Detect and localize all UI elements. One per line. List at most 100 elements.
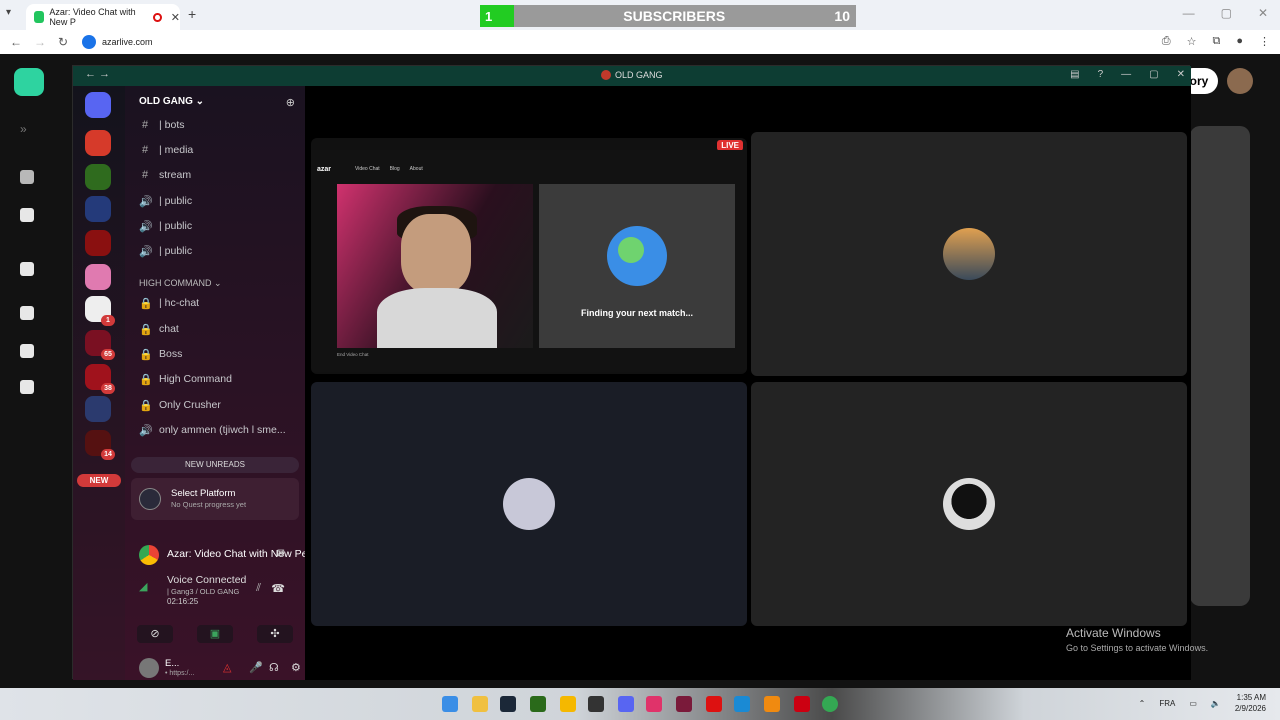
discord-home-icon[interactable] [85,92,111,118]
grid-rows-icon[interactable] [20,344,34,358]
tray-expand-icon[interactable]: ⌃ [1139,699,1146,708]
discord-title-bar: ← → OLD GANG ▤ ? — ▢ ✕ [73,66,1191,86]
stream-icon[interactable]: ◬ [223,661,231,674]
clock[interactable]: 1:35 AM 2/9/2026 [1235,692,1266,714]
signal-icon[interactable]: ◢ [139,580,147,593]
extensions-icon[interactable]: ⧉ [1212,35,1220,48]
back-button[interactable]: ← [10,35,22,49]
new-unreads-button[interactable]: NEW UNREADS [131,457,299,473]
server-icon-8[interactable]: 38 [85,364,115,394]
close-tab-icon[interactable]: ✕ [171,11,180,24]
discord-close-icon[interactable]: ✕ [1177,69,1185,80]
nvidia-icon[interactable] [530,696,546,712]
server-icon-1[interactable] [85,130,111,156]
close-window-icon[interactable]: ✕ [1258,6,1268,20]
headphones-icon[interactable]: ☊ [269,661,279,674]
steam-icon[interactable] [500,696,516,712]
volume-icon[interactable]: 🔈 [1211,699,1221,708]
invite-people-icon[interactable]: ⊕ [286,96,295,109]
participant-tile-1[interactable] [751,132,1187,376]
category-high-command[interactable]: HIGH COMMAND ⌄ [139,278,222,289]
grid-4-icon[interactable] [20,380,34,394]
discord-maximize-icon[interactable]: ▢ [1149,69,1158,80]
server-icon-2[interactable] [85,164,111,190]
server-name-header[interactable]: OLD GANG ⌄ [139,96,204,107]
avatar[interactable] [139,658,159,678]
settings-gear-icon[interactable]: ⚙ [291,661,301,674]
grid-2-icon[interactable] [20,306,34,320]
discord-minimize-icon[interactable]: — [1121,69,1131,80]
menu-icon[interactable]: ⋮ [1259,35,1270,48]
discord-nav-arrows[interactable]: ← → [85,68,110,80]
minimize-icon[interactable]: — [1183,6,1195,20]
network-icon[interactable]: ▭ [1189,699,1197,708]
server-icon-5[interactable] [85,264,111,290]
voice-channel-item[interactable]: 🔊 | public [139,217,192,235]
inbox-icon[interactable]: ▤ [1070,69,1079,80]
camera-off-button[interactable]: ⊘ [137,625,173,643]
channel-item[interactable]: 🔒 | hc-chat [139,294,199,312]
screen-share-button[interactable]: ▣ [197,625,233,643]
participant-tile-2[interactable] [311,382,747,626]
channel-item[interactable]: # stream [139,166,191,184]
voice-channel-item[interactable]: 🔊 only ammen (tjiwch l sme... [139,421,286,439]
forward-button[interactable]: → [34,35,46,49]
face-icon[interactable] [20,208,34,222]
magic-wand-icon[interactable] [20,170,34,184]
site-info-icon[interactable] [82,35,96,49]
tab-search-icon[interactable]: ▾ [6,7,11,18]
reload-button[interactable]: ↻ [58,35,68,49]
channel-item[interactable]: 🔒 Only Crusher [139,396,221,414]
bookmark-star-icon[interactable]: ☆ [1187,35,1197,48]
obs-icon[interactable] [588,696,604,712]
cast-icon[interactable]: ⎙ [1162,35,1171,48]
voice-channel[interactable]: | Gang3 / OLD GANG [167,587,239,596]
language-indicator[interactable]: FRA [1159,699,1175,708]
url-field[interactable]: azarlive.com [82,33,153,51]
browser-tab[interactable]: Azar: Video Chat with New P ✕ [26,4,180,30]
server-icon-6[interactable]: 1 [85,296,115,326]
chrome-icon[interactable] [822,696,838,712]
noise-suppression-icon[interactable]: ⫽ [256,582,261,595]
voice-channel-item[interactable]: 🔊 | public [139,192,192,210]
shuffle-icon[interactable] [20,262,34,276]
discord-icon[interactable] [618,696,634,712]
server-icon-3[interactable] [85,196,111,222]
profile-icon[interactable]: ● [1236,35,1243,48]
app-icon[interactable] [676,696,692,712]
edge-icon[interactable] [734,696,750,712]
new-unreads-pill[interactable]: NEW [77,474,121,487]
server-icon-9[interactable] [85,396,111,422]
vlc-icon[interactable] [764,696,780,712]
activities-button[interactable]: ✣ [257,625,293,643]
participant-tile-3[interactable] [751,382,1187,626]
server-icon-7[interactable]: 65 [85,330,115,360]
channel-item[interactable]: 🔒 Boss [139,345,182,363]
activity-panel[interactable]: Azar: Video Chat with New Pe... ⊠ [131,544,316,566]
disconnect-icon[interactable]: ☎ [271,582,285,595]
server-icon-4[interactable] [85,230,111,256]
tiktok-icon[interactable] [646,696,662,712]
channel-item[interactable]: # | bots [139,116,185,134]
quest-icon [139,488,161,510]
stop-sharing-icon[interactable]: ⊠ [277,548,285,559]
game-icon[interactable] [794,696,810,712]
expand-icon[interactable]: » [20,122,27,136]
help-icon[interactable]: ? [1098,69,1104,80]
server-icon-10[interactable]: 14 [85,430,115,460]
screen-share-tile[interactable]: LIVE azar Video Chat Blog About Finding … [311,138,747,374]
maximize-icon[interactable]: ▢ [1221,6,1232,20]
channel-item[interactable]: 🔒 High Command [139,370,232,388]
rockstar-icon[interactable] [560,696,576,712]
channel-item[interactable]: 🔒 chat [139,320,179,338]
voice-channel-item[interactable]: 🔊 | public [139,242,192,260]
mic-icon[interactable]: 🎤 [249,661,263,674]
azar-logo-icon[interactable] [14,68,44,96]
file-explorer-icon[interactable] [472,696,488,712]
quest-panel[interactable]: Select Platform No Quest progress yet [131,478,299,520]
start-icon[interactable] [442,696,458,712]
azar-avatar[interactable] [1227,68,1253,94]
new-tab-button[interactable]: + [188,6,196,22]
channel-item[interactable]: # | media [139,141,193,159]
riot-icon[interactable] [706,696,722,712]
